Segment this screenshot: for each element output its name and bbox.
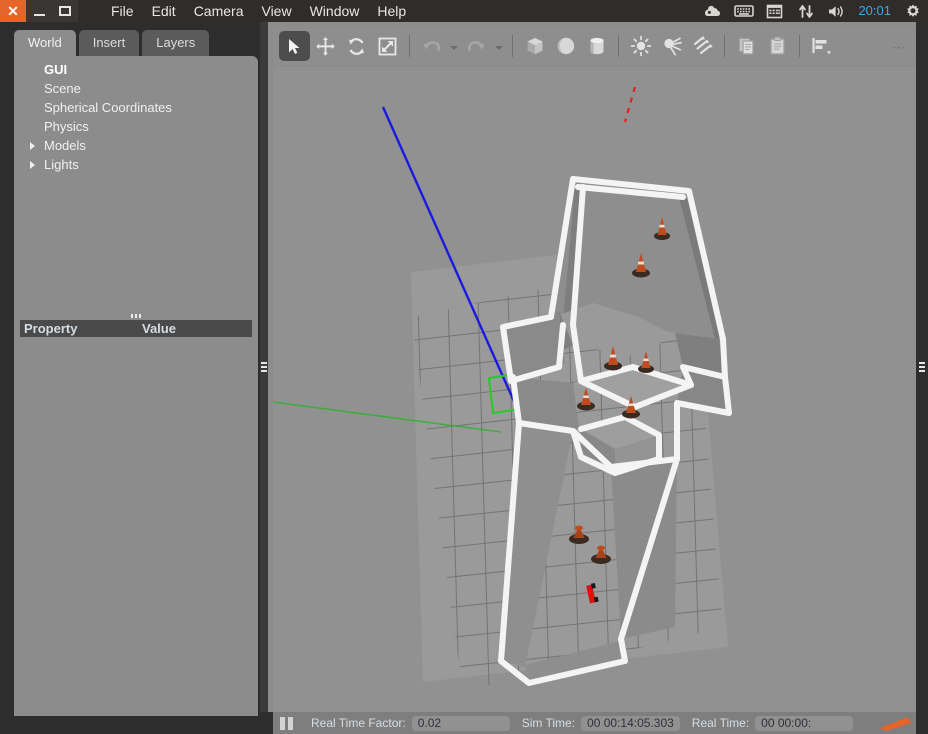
insert-cylinder-button[interactable] [581,31,612,61]
menu-edit[interactable]: Edit [143,0,185,22]
insert-box-button[interactable] [519,31,550,61]
toolbar-separator [618,35,619,57]
tree-item-physics[interactable]: Physics [30,117,250,136]
window-maximize-button[interactable] [52,0,78,22]
tab-layers[interactable]: Layers [142,30,210,56]
splitter-grip [261,362,267,372]
mouse-cursor-icon [880,717,911,731]
left-panel: World Insert Layers GUI Scene Spherical … [0,22,266,716]
pause-icon-bar [287,716,293,730]
tree-item-models[interactable]: Models [30,136,250,155]
sim-time-label: Sim Time: [521,716,576,730]
titlebar: ✕ File Edit Camera View Window Help 20:0… [0,0,928,22]
tree-item-label: Scene [44,81,81,96]
redo-button[interactable] [461,31,492,61]
property-column-header[interactable]: Property [24,321,142,336]
toolbar-separator [799,35,800,57]
right-panel-splitter[interactable] [916,22,928,712]
menu-help[interactable]: Help [368,0,415,22]
real-time-factor-label: Real Time Factor: [311,716,406,730]
value-column-header[interactable]: Value [142,321,176,336]
system-tray: 20:01 [697,0,928,22]
splitter-grip-dash [131,314,133,318]
editor-toolbar: ⋯ [273,27,916,65]
splitter-grip [919,362,925,372]
sim-time-value: 00 00:14:05.303 [581,715,680,731]
real-time-value: 00 00:00: [755,715,854,731]
splitter-grip-dash [139,314,141,318]
tab-world[interactable]: World [14,30,76,56]
splitter-grip-dash [135,314,137,318]
real-time-label: Real Time: [691,716,750,730]
volume-icon[interactable] [821,0,852,22]
undo-button[interactable] [416,31,447,61]
paste-button[interactable] [762,31,793,61]
menubar: File Edit Camera View Window Help [102,0,415,22]
translate-mode-button[interactable] [310,31,341,61]
chevron-down-icon [495,46,503,50]
scene-render [273,67,916,715]
insert-directional-light-button[interactable] [687,31,718,61]
select-mode-button[interactable] [279,31,310,61]
tree-item-label: Lights [44,157,79,172]
tree-item-label: Spherical Coordinates [44,100,172,115]
redo-dropdown-button[interactable] [492,31,506,61]
left-panel-splitter[interactable] [260,22,268,712]
tree-item-scene[interactable]: Scene [30,79,250,98]
real-time-factor-value: 0.02 [411,715,510,731]
toolbar-separator [409,35,410,57]
render-area: ⋯ Real Time Factor: 0.02 Sim Time: 00 00… [268,22,916,734]
world-tree: GUI Scene Spherical Coordinates Physics … [30,60,250,174]
toolbar-overflow-button[interactable]: ⋯ [892,40,906,56]
menu-window[interactable]: Window [301,0,369,22]
minimize-icon [33,13,45,16]
tree-item-label: GUI [44,62,68,77]
chevron-right-icon[interactable] [30,160,35,169]
scale-mode-button[interactable] [372,31,403,61]
tree-item-lights[interactable]: Lights [30,155,250,174]
insert-sphere-button[interactable] [550,31,581,61]
undo-dropdown-button[interactable] [447,31,461,61]
copy-button[interactable] [731,31,762,61]
window-close-button[interactable]: ✕ [0,0,26,22]
toolbar-separator [724,35,725,57]
pause-icon-bar [279,716,285,730]
chevron-right-icon[interactable] [30,141,35,150]
maximize-icon [59,6,71,16]
tab-insert[interactable]: Insert [78,30,140,56]
tree-item-gui[interactable]: GUI [30,60,250,79]
toolbar-separator [512,35,513,57]
window-minimize-button[interactable] [26,0,52,22]
menu-file[interactable]: File [102,0,143,22]
simulation-statusbar: Real Time Factor: 0.02 Sim Time: 00 00:1… [273,712,916,734]
rotate-mode-button[interactable] [341,31,372,61]
settings-gear-icon[interactable] [897,0,928,22]
tree-item-label: Models [44,138,86,153]
insert-point-light-button[interactable] [625,31,656,61]
insert-spot-light-button[interactable] [656,31,687,61]
keyboard-icon[interactable] [728,0,759,22]
world-tab-panel: GUI Scene Spherical Coordinates Physics … [14,56,258,716]
system-clock[interactable]: 20:01 [852,0,897,22]
close-icon: ✕ [7,3,19,19]
pause-button[interactable] [273,712,299,734]
network-updown-icon[interactable] [790,0,821,22]
menu-camera[interactable]: Camera [185,0,253,22]
tree-item-label: Physics [44,119,89,134]
tree-item-spherical-coordinates[interactable]: Spherical Coordinates [30,98,250,117]
align-button[interactable] [806,31,837,61]
weather-cloud-icon[interactable] [697,0,728,22]
menu-view[interactable]: View [252,0,300,22]
property-table-header: Property Value [20,320,252,337]
left-panel-tabbar: World Insert Layers [14,30,210,56]
calendar-icon[interactable] [759,0,790,22]
chevron-down-icon [450,46,458,50]
3d-viewport[interactable] [273,67,916,715]
